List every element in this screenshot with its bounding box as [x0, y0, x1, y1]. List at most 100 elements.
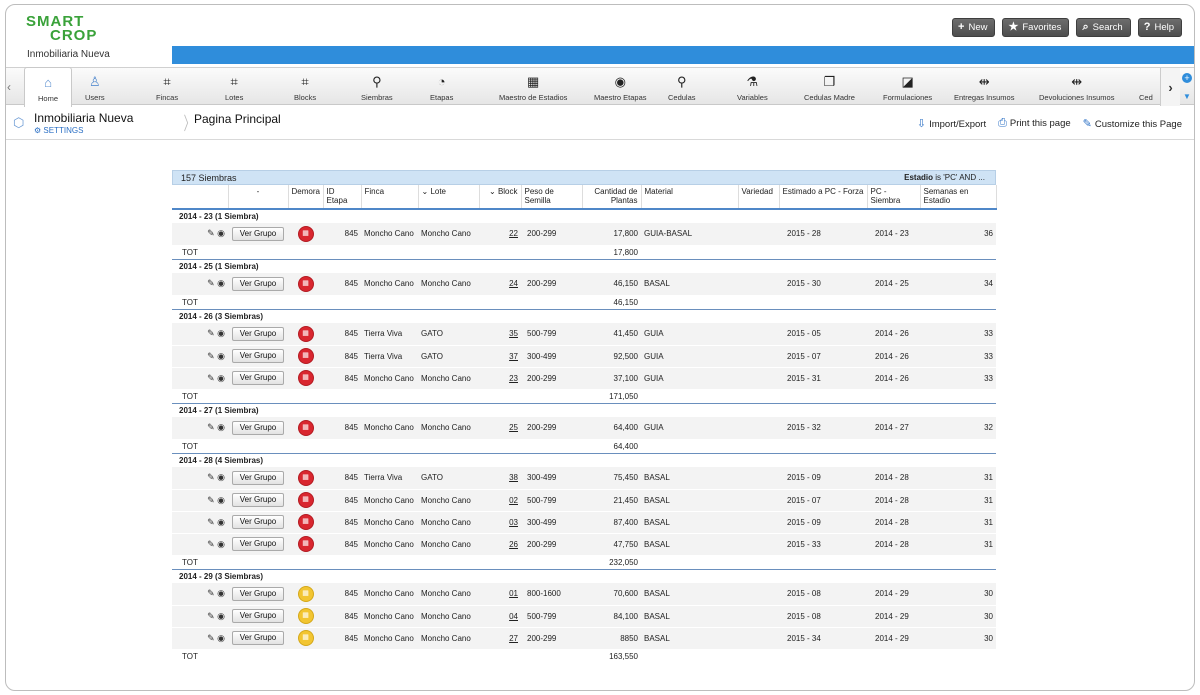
- ver-grupo-button[interactable]: Ver Grupo: [231, 609, 285, 623]
- view-eye-icon[interactable]: ◉: [217, 588, 225, 598]
- view-eye-icon[interactable]: ◉: [217, 611, 225, 621]
- nav-item-maestro-etapas[interactable]: ◉ Maestro Etapas: [594, 68, 647, 106]
- block-link[interactable]: 24: [509, 279, 518, 288]
- new-button[interactable]: + New: [952, 18, 996, 37]
- breadcrumb-org-title[interactable]: Inmobiliaria Nueva: [34, 111, 133, 125]
- edit-pencil-icon[interactable]: ✎: [207, 351, 217, 361]
- ver-grupo-button[interactable]: Ver Grupo: [231, 371, 285, 385]
- block-link[interactable]: 23: [509, 374, 518, 383]
- block-link[interactable]: 38: [509, 473, 518, 482]
- settings-link[interactable]: ⚙ SETTINGS: [34, 126, 83, 135]
- ver-grupo-button[interactable]: Ver Grupo: [231, 276, 285, 291]
- filter-summary[interactable]: Estadio is 'PC' AND ...: [904, 173, 985, 182]
- import-export-link[interactable]: ⇩ Import/Export: [917, 117, 986, 130]
- column-header-semanas-en-estadio[interactable]: Semanas en Estadio: [920, 185, 997, 210]
- view-eye-icon[interactable]: ◉: [217, 517, 225, 527]
- block-link[interactable]: 27: [509, 634, 518, 643]
- column-header-cantidad-de-plantas[interactable]: Cantidad de Plantas: [582, 185, 642, 210]
- block-link[interactable]: 37: [509, 352, 518, 361]
- view-eye-icon[interactable]: ◉: [217, 351, 225, 361]
- ver-grupo-button[interactable]: Ver Grupo: [231, 470, 285, 485]
- edit-pencil-icon[interactable]: ✎: [207, 472, 217, 482]
- ver-grupo-button[interactable]: Ver Grupo: [231, 349, 285, 363]
- view-eye-icon[interactable]: ◉: [217, 633, 225, 643]
- edit-pencil-icon[interactable]: ✎: [207, 611, 217, 621]
- view-eye-icon[interactable]: ◉: [217, 539, 225, 549]
- ver-grupo-button[interactable]: Ver Grupo: [231, 631, 285, 645]
- edit-pencil-icon[interactable]: ✎: [207, 539, 217, 549]
- search-button[interactable]: ⌕ Search: [1076, 18, 1131, 37]
- block-link[interactable]: 01: [509, 589, 518, 598]
- add-tab-icon[interactable]: +: [1182, 72, 1192, 83]
- view-eye-icon[interactable]: ◉: [217, 422, 225, 432]
- nav-item-cedulas-madre[interactable]: ❐ Cedulas Madre: [804, 68, 855, 106]
- print-this-page-link[interactable]: ⎙ Print this page: [998, 117, 1071, 130]
- block-link[interactable]: 04: [509, 612, 518, 621]
- nav-item-etapas[interactable]: ◔ Etapas: [430, 68, 453, 106]
- column-header-actions[interactable]: [172, 185, 229, 210]
- edit-pencil-icon[interactable]: ✎: [207, 422, 217, 432]
- nav-item-variables[interactable]: ⚗ Variables: [737, 68, 768, 106]
- column-header-material[interactable]: Material: [641, 185, 739, 210]
- view-eye-icon[interactable]: ◉: [217, 472, 225, 482]
- nav-item-maestro-de-estadios[interactable]: ▦ Maestro de Estadios: [499, 68, 567, 106]
- tab-menu-down-icon[interactable]: ▼: [1183, 92, 1191, 101]
- nav-item-ced[interactable]: Ced: [1139, 68, 1153, 106]
- nav-item-users[interactable]: ♙ Users: [85, 68, 105, 106]
- edit-pencil-icon[interactable]: ✎: [207, 278, 217, 288]
- block-link[interactable]: 26: [509, 540, 518, 549]
- column-header-variedad[interactable]: Variedad: [738, 185, 780, 210]
- block-link[interactable]: 35: [509, 329, 518, 338]
- nav-item-cedulas[interactable]: ⚲ Cedulas: [668, 68, 696, 106]
- nav-item-entregas-insumos[interactable]: ⇹ Entregas Insumos: [954, 68, 1014, 106]
- nav-item-devoluciones-insumos[interactable]: ⇹ Devoluciones Insumos: [1039, 68, 1114, 106]
- edit-pencil-icon[interactable]: ✎: [207, 495, 217, 505]
- favorites-button[interactable]: ★ Favorites: [1002, 18, 1070, 37]
- block-link[interactable]: 03: [509, 518, 518, 527]
- group-header-row[interactable]: 2014 - 29 (3 Siembras): [172, 568, 996, 583]
- edit-pencil-icon[interactable]: ✎: [207, 373, 217, 383]
- column-header-estimado-a-pc-forza[interactable]: Estimado a PC - Forza: [779, 185, 868, 210]
- ver-grupo-button[interactable]: Ver Grupo: [231, 515, 285, 529]
- block-link[interactable]: 22: [509, 229, 518, 238]
- group-header-row[interactable]: 2014 - 28 (4 Siembras): [172, 452, 996, 467]
- group-header-row[interactable]: 2014 - 25 (1 Siembra): [172, 258, 996, 273]
- ver-grupo-button[interactable]: Ver Grupo: [231, 420, 285, 435]
- edit-pencil-icon[interactable]: ✎: [207, 517, 217, 527]
- edit-pencil-icon[interactable]: ✎: [207, 328, 217, 338]
- group-header-row[interactable]: 2014 - 27 (1 Siembra): [172, 402, 996, 417]
- column-header-pc-siembra[interactable]: PC - Siembra: [867, 185, 921, 210]
- block-link[interactable]: 02: [509, 496, 518, 505]
- nav-item-formulaciones[interactable]: ◪ Formulaciones: [883, 68, 932, 106]
- view-eye-icon[interactable]: ◉: [217, 228, 225, 238]
- smartcrop-logo[interactable]: SMART CROP: [26, 14, 116, 45]
- nav-scroll-left-icon[interactable]: ‹: [7, 80, 11, 94]
- nav-item-fincas[interactable]: ⌗ Fincas: [156, 68, 178, 106]
- column-header-finca[interactable]: Finca: [361, 185, 419, 210]
- ver-grupo-button[interactable]: Ver Grupo: [231, 326, 285, 341]
- column-header-demora[interactable]: Demora: [288, 185, 324, 210]
- nav-item-lotes[interactable]: ⌗ Lotes: [225, 68, 243, 106]
- column-header-lote[interactable]: ⌄ Lote: [418, 185, 480, 210]
- ver-grupo-button[interactable]: Ver Grupo: [231, 226, 285, 241]
- group-header-row[interactable]: 2014 - 26 (3 Siembras): [172, 308, 996, 323]
- ver-grupo-button[interactable]: Ver Grupo: [231, 493, 285, 507]
- edit-pencil-icon[interactable]: ✎: [207, 633, 217, 643]
- nav-item-blocks[interactable]: ⌗ Blocks: [294, 68, 316, 106]
- view-eye-icon[interactable]: ◉: [217, 373, 225, 383]
- edit-pencil-icon[interactable]: ✎: [207, 228, 217, 238]
- column-header--[interactable]: -: [228, 185, 289, 210]
- customize-this-page-link[interactable]: ✎ Customize this Page: [1083, 117, 1182, 130]
- help-button[interactable]: ? Help: [1137, 18, 1182, 37]
- view-eye-icon[interactable]: ◉: [217, 495, 225, 505]
- column-header-peso-de-semilla[interactable]: Peso de Semilla: [521, 185, 583, 210]
- view-eye-icon[interactable]: ◉: [217, 328, 225, 338]
- ver-grupo-button[interactable]: Ver Grupo: [231, 586, 285, 601]
- edit-pencil-icon[interactable]: ✎: [207, 588, 217, 598]
- column-header-block[interactable]: ⌄ Block: [479, 185, 522, 210]
- nav-scroll-right-button[interactable]: ›: [1160, 68, 1180, 106]
- view-eye-icon[interactable]: ◉: [217, 278, 225, 288]
- block-link[interactable]: 25: [509, 423, 518, 432]
- nav-item-siembras[interactable]: ⚲ Siembras: [361, 68, 393, 106]
- nav-item-home[interactable]: ⌂ Home: [24, 67, 72, 107]
